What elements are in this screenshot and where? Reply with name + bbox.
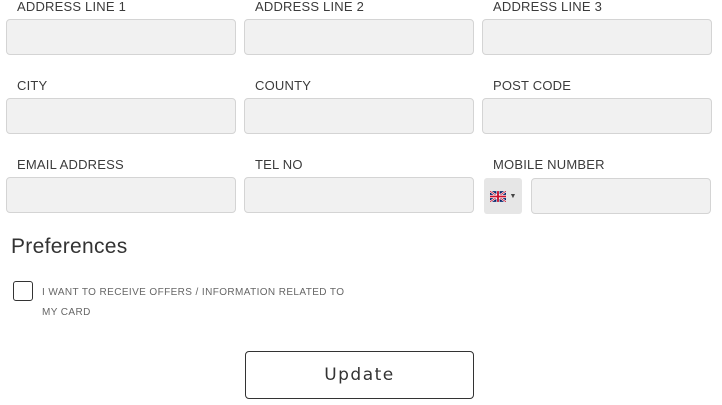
address-line1-input[interactable] bbox=[6, 19, 236, 55]
email-input[interactable] bbox=[6, 177, 236, 213]
address-line2-input[interactable] bbox=[244, 19, 474, 55]
postcode-label: POST CODE bbox=[493, 78, 572, 93]
chevron-down-icon: ▼ bbox=[509, 192, 517, 200]
offers-checkbox[interactable] bbox=[13, 281, 33, 301]
tel-input[interactable] bbox=[244, 177, 474, 213]
address-line3-label: ADDRESS LINE 3 bbox=[493, 0, 603, 14]
county-label: COUNTY bbox=[255, 78, 312, 93]
country-code-selector[interactable]: ▼ bbox=[484, 178, 522, 214]
address-line3-input[interactable] bbox=[482, 19, 712, 55]
preferences-heading: Preferences bbox=[11, 235, 128, 258]
offers-checkbox-label: I WANT TO RECEIVE OFFERS / INFORMATION R… bbox=[42, 287, 345, 318]
address-line2-label: ADDRESS LINE 2 bbox=[255, 0, 365, 14]
uk-flag-icon bbox=[489, 190, 506, 202]
city-label: CITY bbox=[17, 78, 48, 93]
email-label: EMAIL ADDRESS bbox=[17, 157, 124, 172]
mobile-input[interactable] bbox=[531, 178, 711, 214]
postcode-input[interactable] bbox=[482, 98, 712, 134]
tel-label: TEL NO bbox=[255, 157, 303, 172]
address-line1-label: ADDRESS LINE 1 bbox=[17, 0, 127, 14]
mobile-label: MOBILE NUMBER bbox=[493, 157, 605, 172]
update-button[interactable]: Update bbox=[245, 351, 474, 399]
county-input[interactable] bbox=[244, 98, 474, 134]
city-input[interactable] bbox=[6, 98, 236, 134]
